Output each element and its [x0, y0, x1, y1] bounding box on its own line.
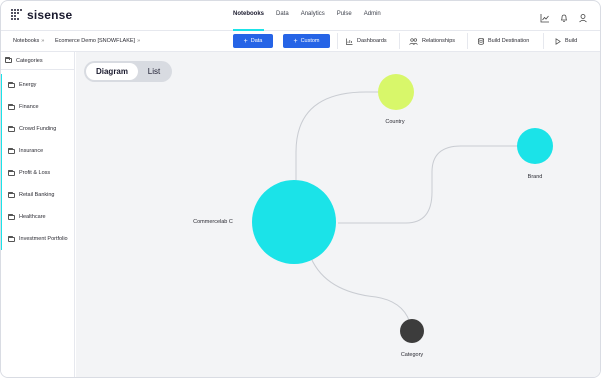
node-label-country: Country	[385, 119, 405, 125]
toggle-diagram[interactable]: Diagram	[86, 63, 138, 80]
sidebar-header-label: Categories	[16, 57, 43, 64]
main-nav: Notebooks Data Analytics Pulse Admin	[227, 11, 387, 31]
sidebar-item-label: Investment Portfolio	[19, 236, 68, 242]
diagram-canvas[interactable]: Country Brand Commercelab C Category Dia…	[76, 52, 600, 377]
sidebar-item-label: Insurance	[19, 148, 44, 154]
edge-center-country	[295, 91, 379, 182]
chevron-right-icon: »	[41, 38, 45, 44]
notebook-toolbar: Notebooks» Ecomerce Demo [SNOWFLAKE]» + …	[1, 31, 600, 52]
relationships-button[interactable]: Relationships	[409, 34, 455, 48]
logo[interactable]: sisense	[11, 8, 72, 22]
play-icon	[555, 37, 561, 45]
node-country[interactable]	[378, 74, 414, 110]
folder-icon	[8, 213, 15, 220]
logo-text: sisense	[27, 8, 73, 22]
bell-icon[interactable]	[559, 10, 569, 22]
add-custom-label: Custom	[300, 38, 320, 44]
sidebar-item-investment-portfolio[interactable]: Investment Portfolio	[1, 228, 75, 250]
dashboards-button[interactable]: Dashboards	[346, 34, 387, 48]
sidebar-item-retail-banking[interactable]: Retail Banking	[1, 184, 75, 206]
people-icon	[409, 37, 418, 45]
node-label-brand: Brand	[528, 174, 543, 180]
divider	[543, 33, 544, 49]
node-label-category: Category	[401, 352, 424, 358]
edge-center-category	[310, 257, 412, 328]
nav-analytics[interactable]: Analytics	[295, 11, 331, 31]
database-icon	[478, 37, 484, 45]
folder-icon	[5, 57, 12, 63]
folder-icon	[8, 169, 15, 176]
relationships-label: Relationships	[422, 38, 456, 44]
plus-icon: +	[243, 37, 248, 45]
sidebar-item-label: Retail Banking	[19, 192, 55, 198]
folder-icon	[8, 103, 15, 110]
sidebar-item-finance[interactable]: Finance	[1, 96, 75, 118]
nav-admin[interactable]: Admin	[358, 11, 387, 31]
breadcrumb-current-label: Ecomerce Demo [SNOWFLAKE]	[55, 38, 136, 44]
folder-icon	[8, 235, 15, 242]
breadcrumb-root-label: Notebooks	[13, 38, 40, 44]
sidebar-item-energy[interactable]: Energy	[1, 74, 75, 96]
top-navigation-bar: sisense Notebooks Data Analytics Pulse A…	[1, 1, 600, 31]
breadcrumb-current[interactable]: Ecomerce Demo [SNOWFLAKE]»	[55, 38, 140, 44]
divider	[399, 33, 400, 49]
sidebar-item-label: Healthcare	[19, 214, 46, 220]
divider	[467, 33, 468, 49]
sidebar-item-crowd-funding[interactable]: Crowd Funding	[1, 118, 75, 140]
view-toggle: Diagram List	[84, 61, 172, 82]
node-commercelab[interactable]	[252, 180, 336, 264]
categories-sidebar: Categories Energy Finance Crowd Funding …	[1, 52, 75, 377]
header-icons	[540, 10, 588, 23]
nav-pulse[interactable]: Pulse	[331, 11, 358, 31]
folder-icon	[8, 147, 15, 154]
sidebar-item-insurance[interactable]: Insurance	[1, 140, 75, 162]
build-button[interactable]: Build	[555, 34, 577, 48]
sidebar-item-label: Crowd Funding	[19, 126, 57, 132]
dashboards-label: Dashboards	[357, 38, 387, 44]
user-icon[interactable]	[578, 10, 588, 23]
plus-icon: +	[293, 37, 298, 45]
build-label: Build	[565, 38, 578, 44]
folder-icon	[8, 81, 15, 88]
folder-icon	[8, 191, 15, 198]
edge-center-brand	[338, 145, 518, 224]
node-brand[interactable]	[517, 128, 553, 164]
app-window: sisense Notebooks Data Analytics Pulse A…	[0, 0, 601, 378]
toggle-list[interactable]: List	[138, 63, 170, 80]
build-destination-label: Build Destination	[488, 38, 530, 44]
sidebar-item-healthcare[interactable]: Healthcare	[1, 206, 75, 228]
breadcrumb-root[interactable]: Notebooks»	[13, 38, 44, 44]
build-destination-button[interactable]: Build Destination	[478, 34, 529, 48]
divider	[337, 33, 338, 49]
node-label-commercelab: Commercelab C	[193, 219, 233, 225]
node-category[interactable]	[400, 319, 424, 343]
sidebar-item-label: Profit & Loss	[19, 170, 51, 176]
folder-icon	[8, 125, 15, 132]
add-custom-button[interactable]: + Custom	[283, 34, 330, 48]
chart-icon	[346, 38, 353, 45]
sidebar-header-categories[interactable]: Categories	[1, 52, 75, 70]
chart-line-icon[interactable]	[540, 10, 550, 23]
sisense-logo-icon	[11, 9, 23, 21]
sidebar-item-label: Energy	[19, 82, 37, 88]
sidebar-item-profit-loss[interactable]: Profit & Loss	[1, 162, 75, 184]
nav-notebooks[interactable]: Notebooks	[227, 11, 270, 31]
add-data-label: Data	[250, 38, 263, 44]
nav-data[interactable]: Data	[270, 11, 295, 31]
relationship-diagram: Country Brand Commercelab C Category	[193, 74, 553, 358]
sidebar-item-label: Finance	[19, 104, 39, 110]
chevron-right-icon: »	[137, 38, 141, 44]
add-data-button[interactable]: + Data	[233, 34, 273, 48]
